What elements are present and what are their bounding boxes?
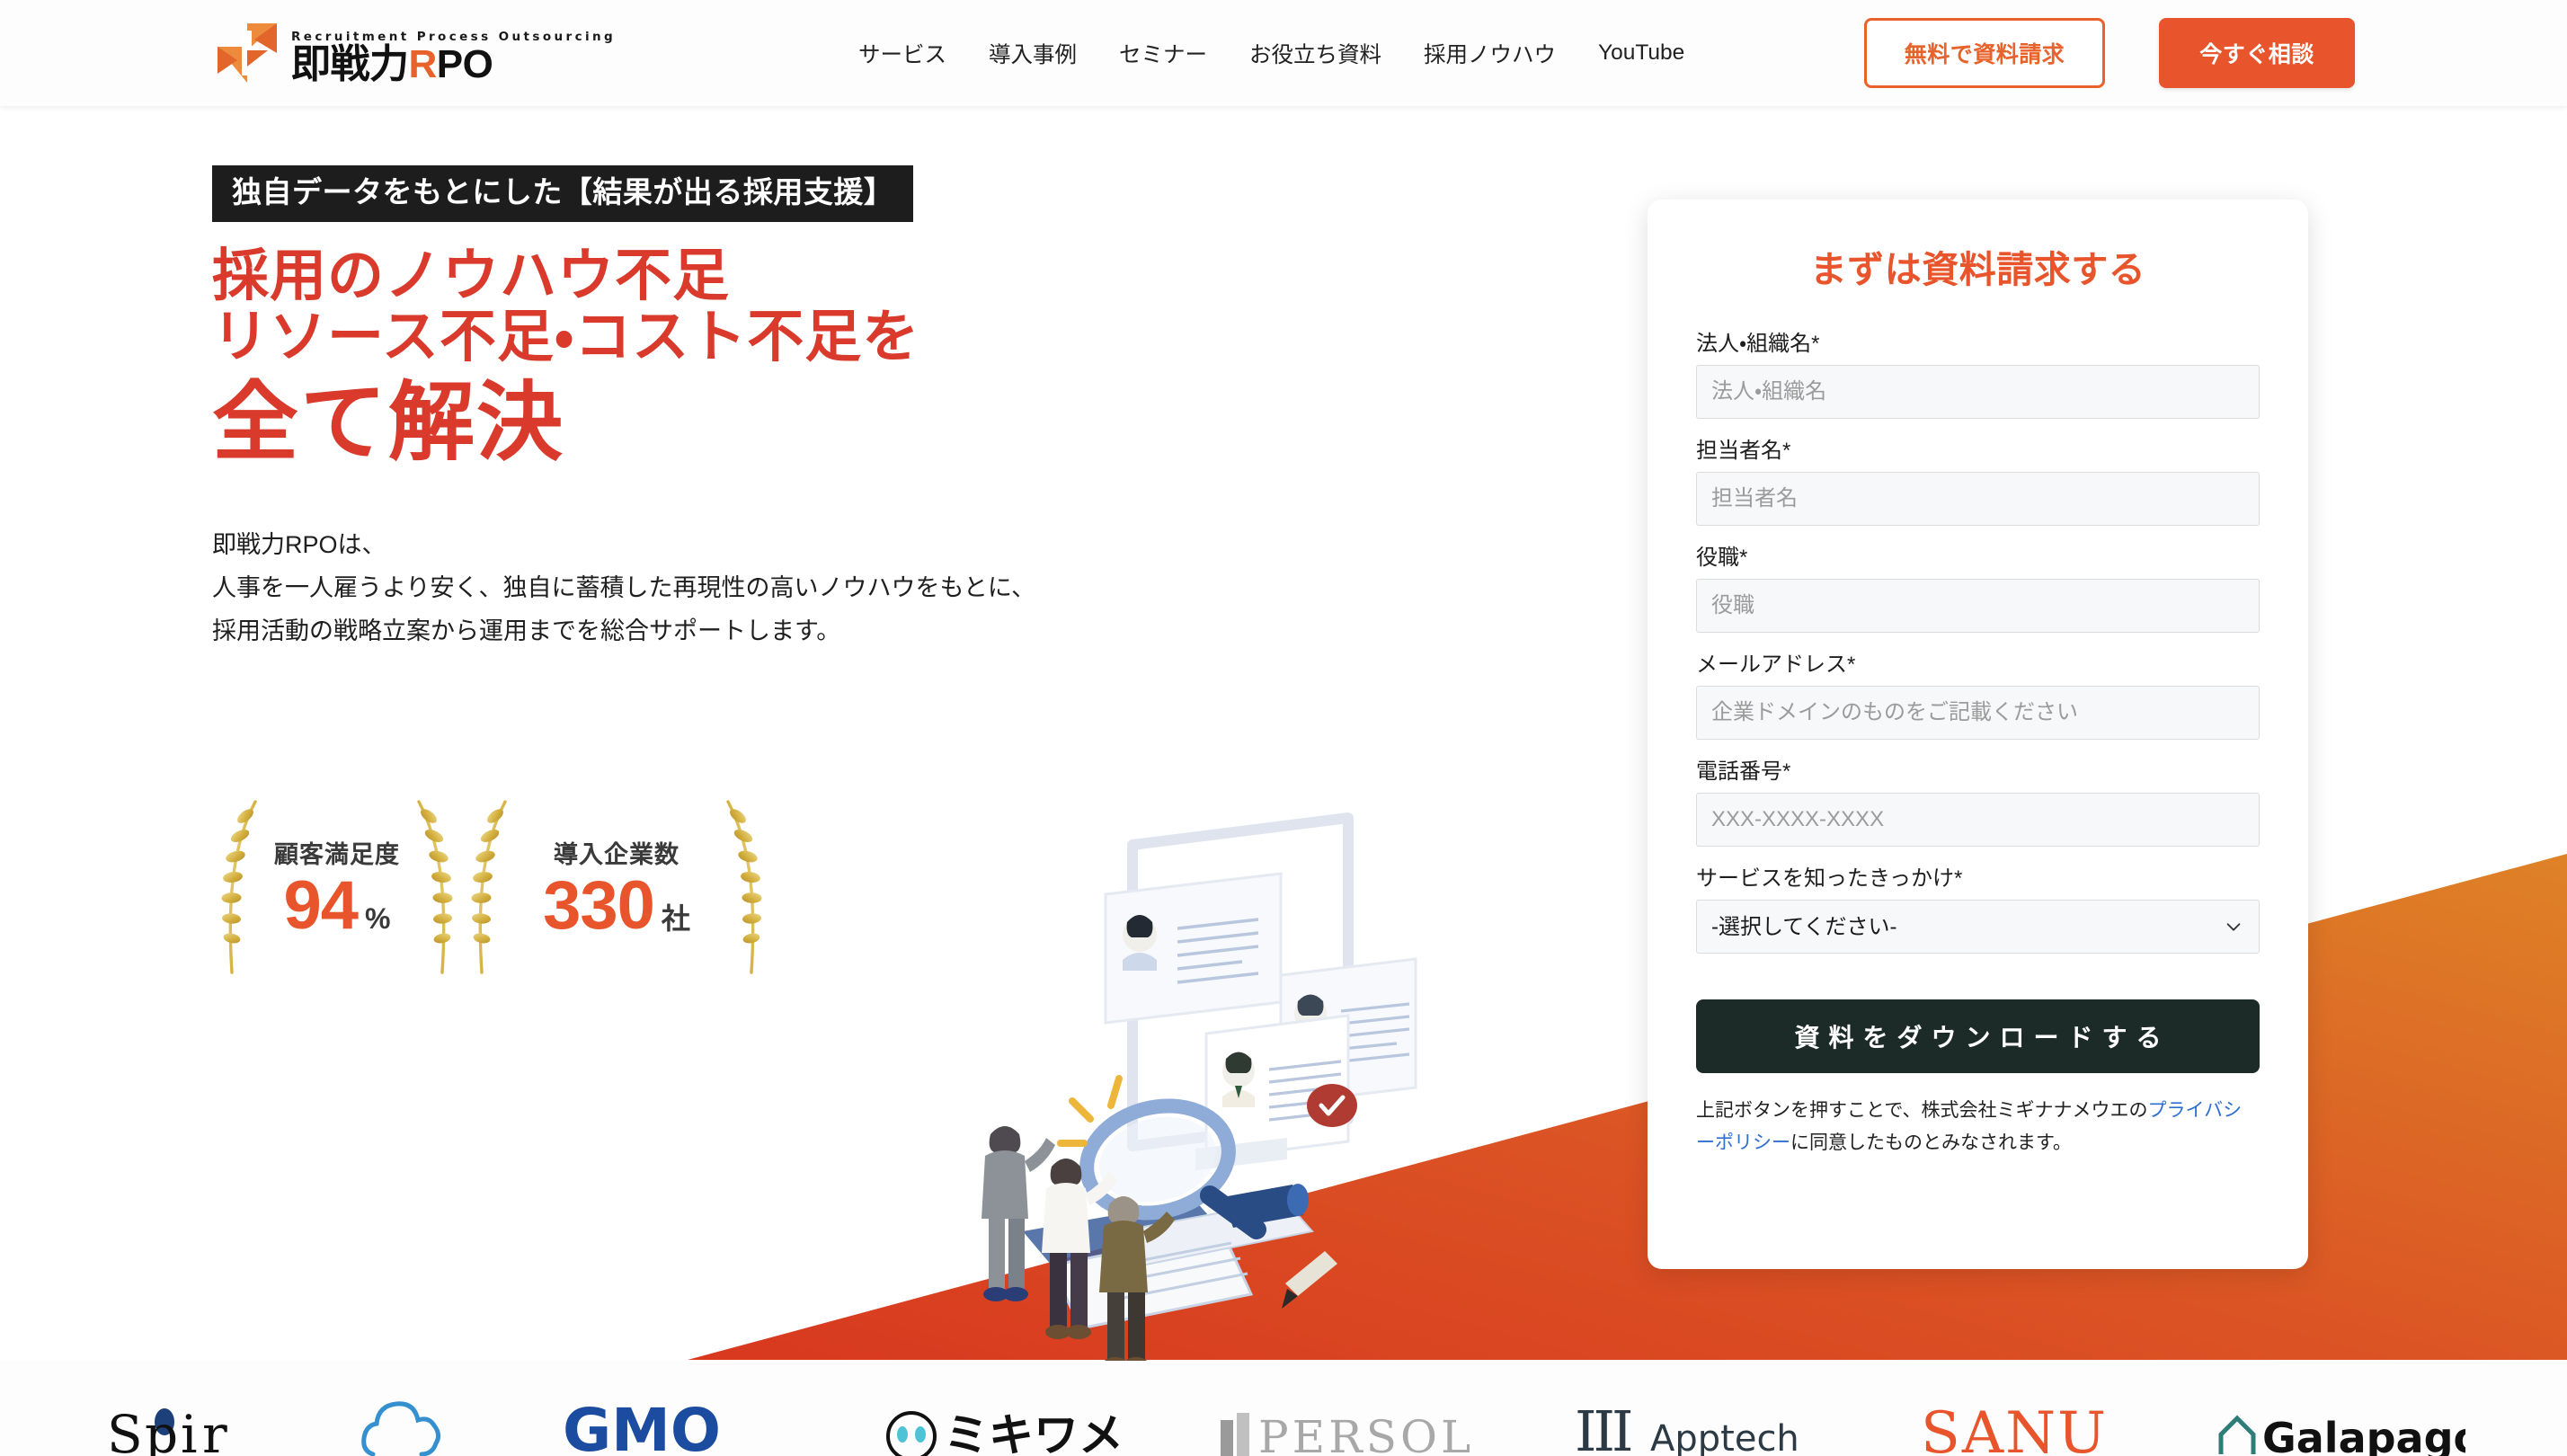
logo-letter-r: R	[408, 42, 438, 86]
svg-text:i: i	[181, 1404, 198, 1456]
logo-letters-po: PO	[436, 42, 493, 86]
form-field-contact-person: 担当者名*	[1696, 432, 2260, 526]
company-label: 法人・組織名*	[1696, 332, 1820, 356]
nav-item-knowhow[interactable]: 採用ノウハウ	[1424, 38, 1556, 69]
form-field-referral-source: サービスを知ったきっかけ* -選択してください-	[1696, 860, 2260, 954]
privacy-note-prefix: 上記ボタンを押すことで、株式会社ミギナナメウエの	[1696, 1100, 2148, 1121]
phone-label: 電話番号*	[1696, 759, 1791, 784]
svg-text:III: III	[1575, 1398, 1631, 1456]
landing-page: Recruitment Process Outsourcing 即戦力RPO サ…	[0, 0, 2567, 1456]
nav-item-seminar[interactable]: セミナー	[1119, 38, 1207, 69]
svg-text:GMO: GMO	[563, 1396, 721, 1456]
referral-source-select[interactable]: -選択してください-	[1696, 900, 2260, 954]
svg-text:p: p	[145, 1404, 178, 1456]
svg-text:r: r	[202, 1404, 227, 1456]
document-request-form: まずは資料請求する 法人・組織名* 担当者名* 役職* メールアドレス* 電話番…	[1648, 200, 2308, 1269]
svg-text:Galapagos: Galapagos	[2262, 1414, 2465, 1456]
svg-text:ミキワメ: ミキワメ	[944, 1409, 1124, 1456]
laurel-wreath-icon	[221, 800, 257, 974]
laurel-wreath-icon	[471, 800, 507, 974]
partner-logo-cloud	[350, 1395, 466, 1456]
logo-wordmark: 即戦力RPO	[291, 45, 616, 84]
stat-companies-introduced: 導入企業数 330 社	[471, 784, 762, 990]
partner-logo-mikiwame: ミキワメ	[881, 1395, 1124, 1456]
company-input[interactable]	[1696, 365, 2260, 419]
contact-person-input[interactable]	[1696, 472, 2260, 526]
form-title: まずは資料請求する	[1809, 249, 2146, 290]
stat-customer-satisfaction: 顧客満足度 94 %	[221, 784, 453, 990]
laurel-wreath-icon	[726, 800, 762, 974]
stat-label: 導入企業数	[554, 840, 680, 868]
form-field-email: メールアドレス*	[1696, 646, 2260, 740]
privacy-note: 上記ボタンを押すことで、株式会社ミギナナメウエのプライバシーポリシーに同意したも…	[1696, 1095, 2260, 1159]
main-navigation: サービス 導入事例 セミナー お役立ち資料 採用ノウハウ YouTube	[858, 0, 1684, 106]
logo-name-jp: 即戦力	[291, 42, 409, 86]
stat-unit: 社	[661, 901, 690, 935]
contact-person-label: 担当者名*	[1696, 439, 1791, 463]
hero-headline-line-1: 採用のノウハウ不足	[212, 244, 730, 307]
stat-unit: %	[365, 901, 391, 935]
privacy-note-suffix: に同意したものとみなされます。	[1790, 1132, 2072, 1154]
nav-item-case-studies[interactable]: 導入事例	[989, 38, 1077, 69]
contact-now-button[interactable]: 今すぐ相談	[2159, 18, 2355, 88]
svg-text:S: S	[107, 1404, 143, 1456]
hero-illustration	[982, 812, 1417, 1366]
header-cta-group: 無料で資料請求 今すぐ相談	[1864, 0, 2355, 106]
form-field-company: 法人・組織名*	[1696, 325, 2260, 419]
stats-group: 顧客満足度 94 % 導入企業数 330 社	[221, 784, 762, 990]
download-document-button[interactable]: 資料をダウンロードする	[1696, 999, 2260, 1073]
nav-item-youtube[interactable]: YouTube	[1598, 40, 1684, 66]
hero-headline: 採用のノウハウ不足 リソース不足・コスト不足を 全て解決	[212, 245, 1219, 472]
logo-mark-icon	[214, 20, 280, 86]
hero-description-line-1: 即戦力RPOは、	[212, 531, 386, 559]
hero-description-line-2: 人事を一人雇うより安く、独自に蓄積した再現性の高いノウハウをもとに、	[212, 574, 1036, 602]
hero-content: 独自データをもとにした【結果が出る採用支援】 採用のノウハウ不足 リソース不足・…	[212, 165, 1219, 653]
laurel-wreath-icon	[417, 800, 453, 974]
svg-text:Apptech: Apptech	[1650, 1418, 1799, 1456]
hero-headline-line-2: リソース不足・コスト不足を	[212, 305, 920, 368]
job-title-input[interactable]	[1696, 579, 2260, 633]
logo[interactable]: Recruitment Process Outsourcing 即戦力RPO	[214, 20, 616, 86]
stat-label: 顧客満足度	[274, 840, 400, 868]
partner-logo-gmo: GMO	[561, 1395, 786, 1456]
partner-logo-spir: S p i r	[102, 1395, 254, 1456]
hero-badge: 独自データをもとにした【結果が出る採用支援】	[212, 165, 914, 222]
stat-value: 94 %	[283, 866, 391, 944]
email-label: メールアドレス*	[1696, 653, 1856, 677]
stat-value: 330 社	[543, 866, 690, 944]
free-document-request-button[interactable]: 無料で資料請求	[1864, 18, 2105, 88]
email-input[interactable]	[1696, 686, 2260, 740]
referral-source-label: サービスを知ったきっかけ*	[1696, 866, 1963, 891]
nav-item-resources[interactable]: お役立ち資料	[1249, 38, 1381, 69]
job-title-label: 役職*	[1696, 546, 1748, 570]
hero-description: 即戦力RPOは、 人事を一人雇うより安く、独自に蓄積した再現性の高いノウハウをも…	[212, 523, 1219, 653]
hero-headline-line-3: 全て解決	[212, 374, 564, 471]
partner-logo-uuum-apptech: III Apptech	[1575, 1395, 1826, 1456]
form-field-phone: 電話番号*	[1696, 753, 2260, 847]
partner-logo-persol: PERSOL	[1219, 1395, 1479, 1456]
phone-input[interactable]	[1696, 793, 2260, 847]
svg-text:SANU: SANU	[1921, 1400, 2108, 1456]
partner-logo-sanu: SANU	[1921, 1395, 2118, 1456]
site-header: Recruitment Process Outsourcing 即戦力RPO サ…	[0, 0, 2567, 106]
stat-number: 330	[543, 866, 655, 944]
partner-logo-galapagos: Galapagos	[2214, 1395, 2465, 1456]
stat-number: 94	[283, 866, 360, 944]
svg-text:PERSOL: PERSOL	[1258, 1411, 1474, 1456]
nav-item-service[interactable]: サービス	[858, 38, 946, 69]
hero-description-line-3: 採用活動の戦略立案から運用までを総合サポートします。	[212, 617, 841, 645]
form-field-job-title: 役職*	[1696, 539, 2260, 633]
partner-logo-strip: S p i r GMO ミキワメ PERSOL III Apptech SANU…	[0, 1361, 2567, 1456]
